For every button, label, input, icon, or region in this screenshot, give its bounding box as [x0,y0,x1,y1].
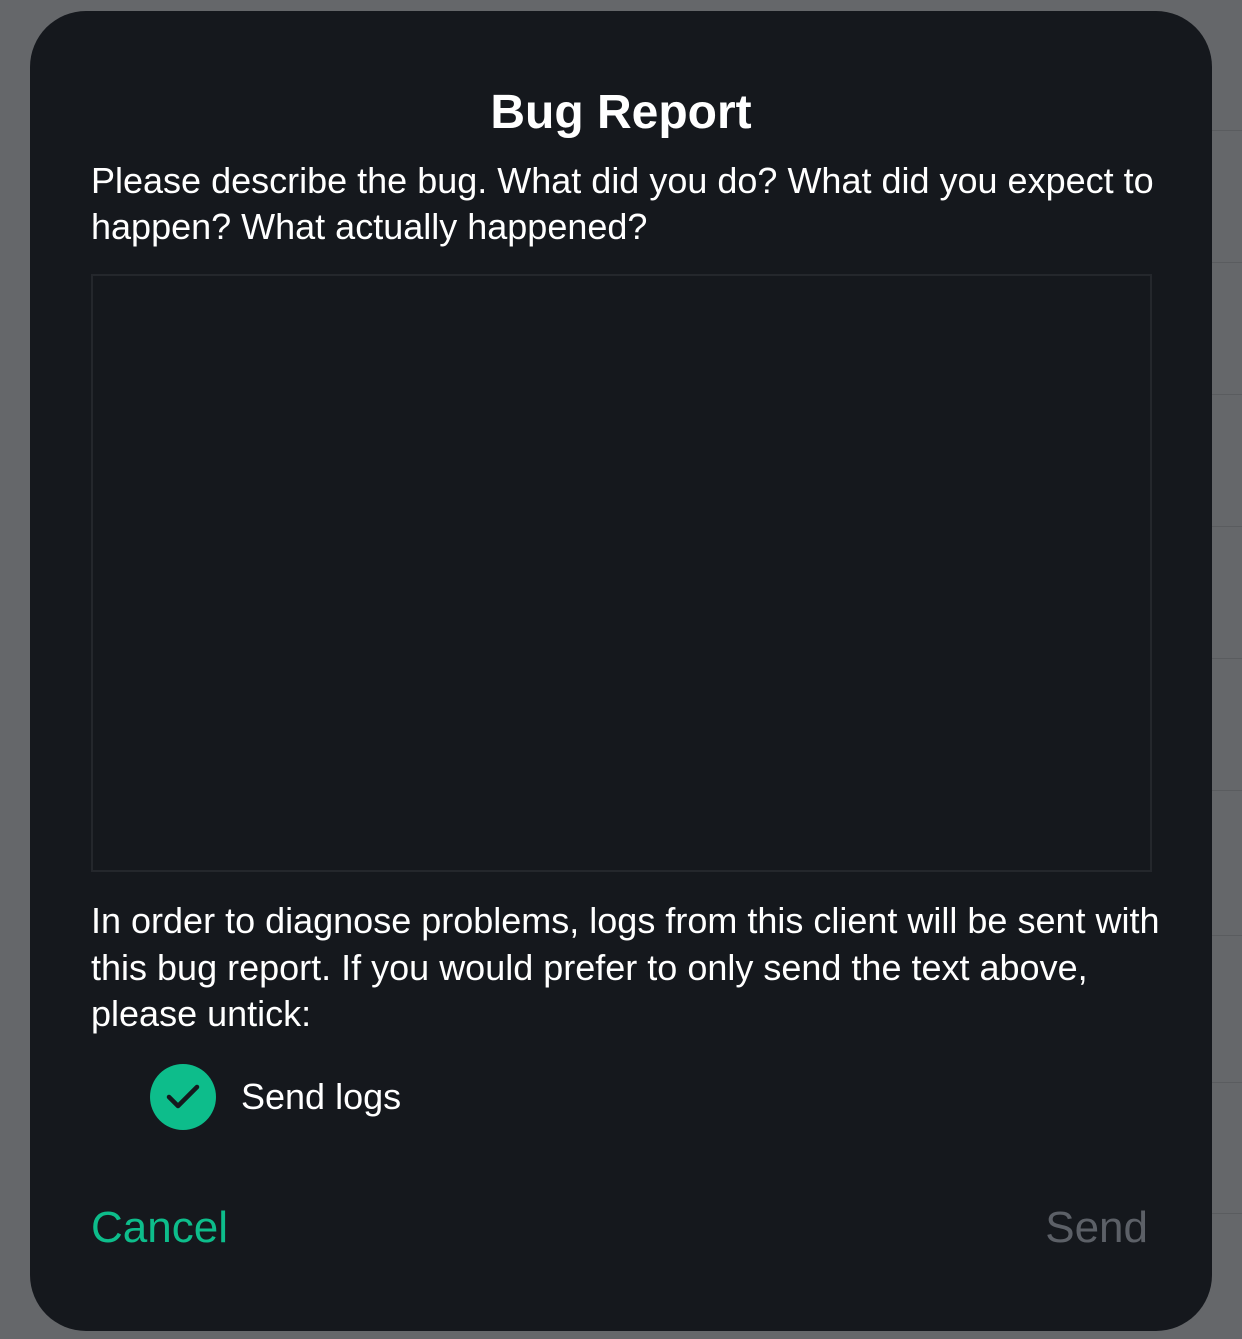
send-button[interactable]: Send [1045,1201,1148,1255]
send-logs-label: Send logs [241,1076,402,1117]
logs-notice: In order to diagnose problems, logs from… [91,900,1160,1034]
bug-description-prompt: Please describe the bug. What did you do… [91,160,1154,247]
dialog-title: Bug Report [490,86,752,139]
bug-description-input[interactable] [91,274,1152,872]
send-logs-checkbox[interactable]: Send logs [150,1064,401,1130]
checkmark-icon[interactable] [150,1064,216,1130]
bug-report-dialog: Bug Report Please describe the bug. What… [30,11,1212,1331]
cancel-button[interactable]: Cancel [91,1201,228,1255]
